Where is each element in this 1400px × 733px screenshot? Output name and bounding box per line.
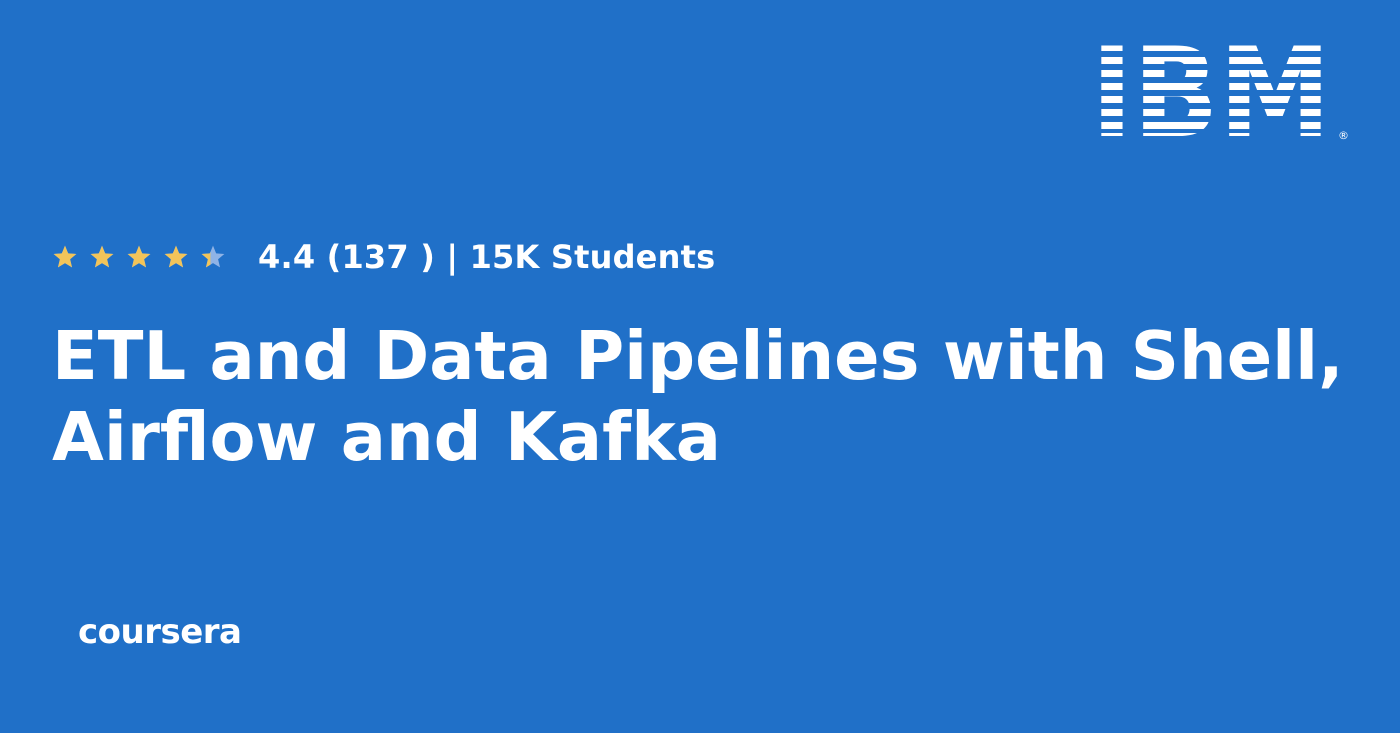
star-rating <box>52 244 226 270</box>
star-icon <box>127 245 151 268</box>
star-icon <box>53 245 77 268</box>
star-half-icon <box>201 245 225 268</box>
course-title: ETL and Data Pipelines with Shell, Airfl… <box>52 317 1344 476</box>
rating-summary: 4.4 (137 ) | 15K Students <box>258 238 716 276</box>
coursera-logo: coursera <box>78 612 242 652</box>
star-icon <box>164 245 188 268</box>
svg-text:®: ® <box>1338 129 1348 142</box>
rating-row: 4.4 (137 ) | 15K Students <box>52 238 715 276</box>
svg-text:IBM: IBM <box>1091 42 1331 142</box>
star-icon <box>90 245 114 268</box>
ibm-logo: IBM ® <box>1091 42 1348 142</box>
